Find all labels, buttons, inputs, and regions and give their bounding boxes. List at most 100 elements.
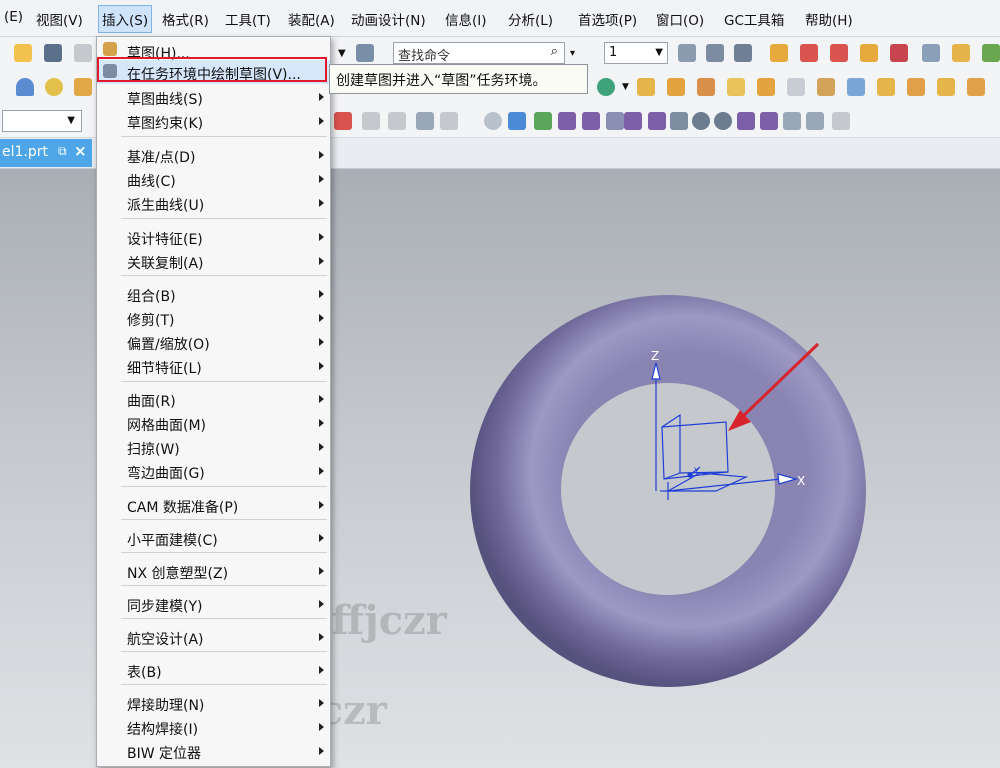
menu-item-biw-locator[interactable]: BIW 定位器 xyxy=(97,739,330,763)
chamfer-icon[interactable] xyxy=(907,78,925,96)
intersect-icon[interactable] xyxy=(670,112,688,130)
circle-icon[interactable] xyxy=(692,112,710,130)
menu-item-design-feature[interactable]: 设计特征(E) xyxy=(97,225,330,249)
line-icon[interactable] xyxy=(558,112,576,130)
menu-item-mesh-surface[interactable]: 网格曲面(M) xyxy=(97,411,330,435)
menu-item-derived-curve[interactable]: 派生曲线(U) xyxy=(97,191,330,215)
diamond-icon[interactable] xyxy=(806,112,824,130)
menu-analysis[interactable]: 分析(L) xyxy=(508,9,553,29)
shell-icon[interactable] xyxy=(847,78,865,96)
menu-item-weld-assistant[interactable]: 焊接助理(N) xyxy=(97,691,330,715)
menu-item-aerospace-design[interactable]: 航空设计(A) xyxy=(97,625,330,649)
command-finder-icon[interactable] xyxy=(356,44,374,62)
sweep-icon[interactable] xyxy=(727,78,745,96)
grid-snap-icon[interactable] xyxy=(534,112,552,130)
layer-dropdown-icon[interactable]: ▼ xyxy=(655,47,663,58)
wcs-dynamic-icon[interactable] xyxy=(770,44,788,62)
book-icon[interactable] xyxy=(74,78,92,96)
menu-item-nx-realize-shape[interactable]: NX 创意塑型(Z) xyxy=(97,559,330,583)
point-dropdown-icon[interactable]: ▼ xyxy=(622,82,629,92)
wcs-rotate-icon[interactable] xyxy=(830,44,848,62)
cross-icon[interactable] xyxy=(737,112,755,130)
polyline-icon[interactable] xyxy=(624,112,642,130)
menu-item-detail-feature[interactable]: 细节特征(L) xyxy=(97,354,330,378)
slash-icon[interactable] xyxy=(760,112,778,130)
layer-settings-icon[interactable] xyxy=(678,44,696,62)
ring-icon[interactable] xyxy=(714,112,732,130)
tangent-icon[interactable] xyxy=(783,112,801,130)
menu-format[interactable]: 格式(R) xyxy=(162,9,209,29)
view-cube-icon[interactable] xyxy=(508,112,526,130)
menu-view[interactable]: 视图(V) xyxy=(36,9,83,29)
spline-icon[interactable] xyxy=(648,112,666,130)
wcs-orient-icon[interactable] xyxy=(860,44,878,62)
cut-icon[interactable] xyxy=(74,44,92,62)
selection-filter-select[interactable]: ▼ xyxy=(2,110,82,132)
menu-assembly[interactable]: 装配(A) xyxy=(288,9,335,29)
filter-dropdown-icon[interactable]: ▼ xyxy=(67,115,75,126)
menu-item-sketch-constraint[interactable]: 草图约束(K) xyxy=(97,109,330,133)
sphere-icon[interactable] xyxy=(45,78,63,96)
point-icon[interactable] xyxy=(597,78,615,96)
block-icon[interactable] xyxy=(817,78,835,96)
tab-restore-icon[interactable]: ⧉ xyxy=(58,144,67,159)
menu-edit[interactable]: (E) xyxy=(4,9,23,25)
menu-item-cam-data-prep[interactable]: CAM 数据准备(P) xyxy=(97,493,330,517)
search-icon[interactable]: ⌕ xyxy=(551,44,558,59)
boolean-icon[interactable] xyxy=(787,78,805,96)
menu-window[interactable]: 窗口(O) xyxy=(656,9,704,29)
table-icon[interactable] xyxy=(832,112,850,130)
cone-icon[interactable] xyxy=(16,78,34,96)
menu-item-facet-modeling[interactable]: 小平面建模(C) xyxy=(97,526,330,550)
menu-tools[interactable]: 工具(T) xyxy=(225,9,271,29)
wcs-origin-icon[interactable] xyxy=(800,44,818,62)
measure-icon[interactable] xyxy=(952,44,970,62)
menu-item-combine[interactable]: 组合(B) xyxy=(97,282,330,306)
move-to-layer-icon[interactable] xyxy=(706,44,724,62)
play-icon[interactable] xyxy=(982,44,1000,62)
menu-help[interactable]: 帮助(H) xyxy=(805,9,853,29)
save-icon[interactable] xyxy=(44,44,62,62)
open-folder-icon[interactable] xyxy=(14,44,32,62)
menu-item-offset-scale[interactable]: 偏置/缩放(O) xyxy=(97,330,330,354)
wcs-display-icon[interactable] xyxy=(890,44,908,62)
snap-icon[interactable] xyxy=(922,44,940,62)
menu-item-curve[interactable]: 曲线(C) xyxy=(97,167,330,191)
select-all-icon[interactable] xyxy=(388,112,406,130)
menu-info[interactable]: 信息(I) xyxy=(445,9,487,29)
menu-item-sweep[interactable]: 扫掠(W) xyxy=(97,435,330,459)
edge-blend-icon[interactable] xyxy=(877,78,895,96)
menu-preferences[interactable]: 首选项(P) xyxy=(578,9,637,29)
menu-item-datum-point[interactable]: 基准/点(D) xyxy=(97,143,330,167)
menu-item-structure-welding[interactable]: 结构焊接(I) xyxy=(97,715,330,739)
search-dropdown-icon[interactable]: ▾ xyxy=(570,48,575,59)
arc-icon[interactable] xyxy=(606,112,624,130)
menu-item-flange-surface[interactable]: 弯边曲面(G) xyxy=(97,459,330,483)
menu-insert[interactable]: 插入(S) xyxy=(98,5,153,33)
hole-icon[interactable] xyxy=(757,78,775,96)
menu-item-trim[interactable]: 修剪(T) xyxy=(97,306,330,330)
menu-item-associative-copy[interactable]: 关联复制(A) xyxy=(97,249,330,273)
tab-model1-prt[interactable]: el1.prt ⧉ × xyxy=(0,139,92,167)
shaded-icon[interactable] xyxy=(484,112,502,130)
snap-point-icon[interactable] xyxy=(334,112,352,130)
copy-to-layer-icon[interactable] xyxy=(734,44,752,62)
deselect-icon[interactable] xyxy=(416,112,434,130)
layer-select[interactable]: 1 ▼ xyxy=(604,42,668,64)
revolve-icon[interactable] xyxy=(697,78,715,96)
menu-gc-toolbox[interactable]: GC工具箱 xyxy=(724,9,784,29)
extrude-icon[interactable] xyxy=(667,78,685,96)
menu-item-surface[interactable]: 曲面(R) xyxy=(97,387,330,411)
menu-item-synchronous-modeling[interactable]: 同步建模(Y) xyxy=(97,592,330,616)
rectangle-select-icon[interactable] xyxy=(440,112,458,130)
datum-plane-icon[interactable] xyxy=(637,78,655,96)
tab-close-icon[interactable]: × xyxy=(74,142,87,160)
offset-face-icon[interactable] xyxy=(967,78,985,96)
dropdown-arrow-icon[interactable]: ▼ xyxy=(338,48,346,59)
selection-intent-icon[interactable] xyxy=(362,112,380,130)
draft-icon[interactable] xyxy=(937,78,955,96)
menu-item-table[interactable]: 表(B) xyxy=(97,658,330,682)
command-search-field[interactable]: 查找命令 ⌕ xyxy=(393,42,565,64)
menu-animation[interactable]: 动画设计(N) xyxy=(351,9,426,29)
diagonal-line-icon[interactable] xyxy=(582,112,600,130)
